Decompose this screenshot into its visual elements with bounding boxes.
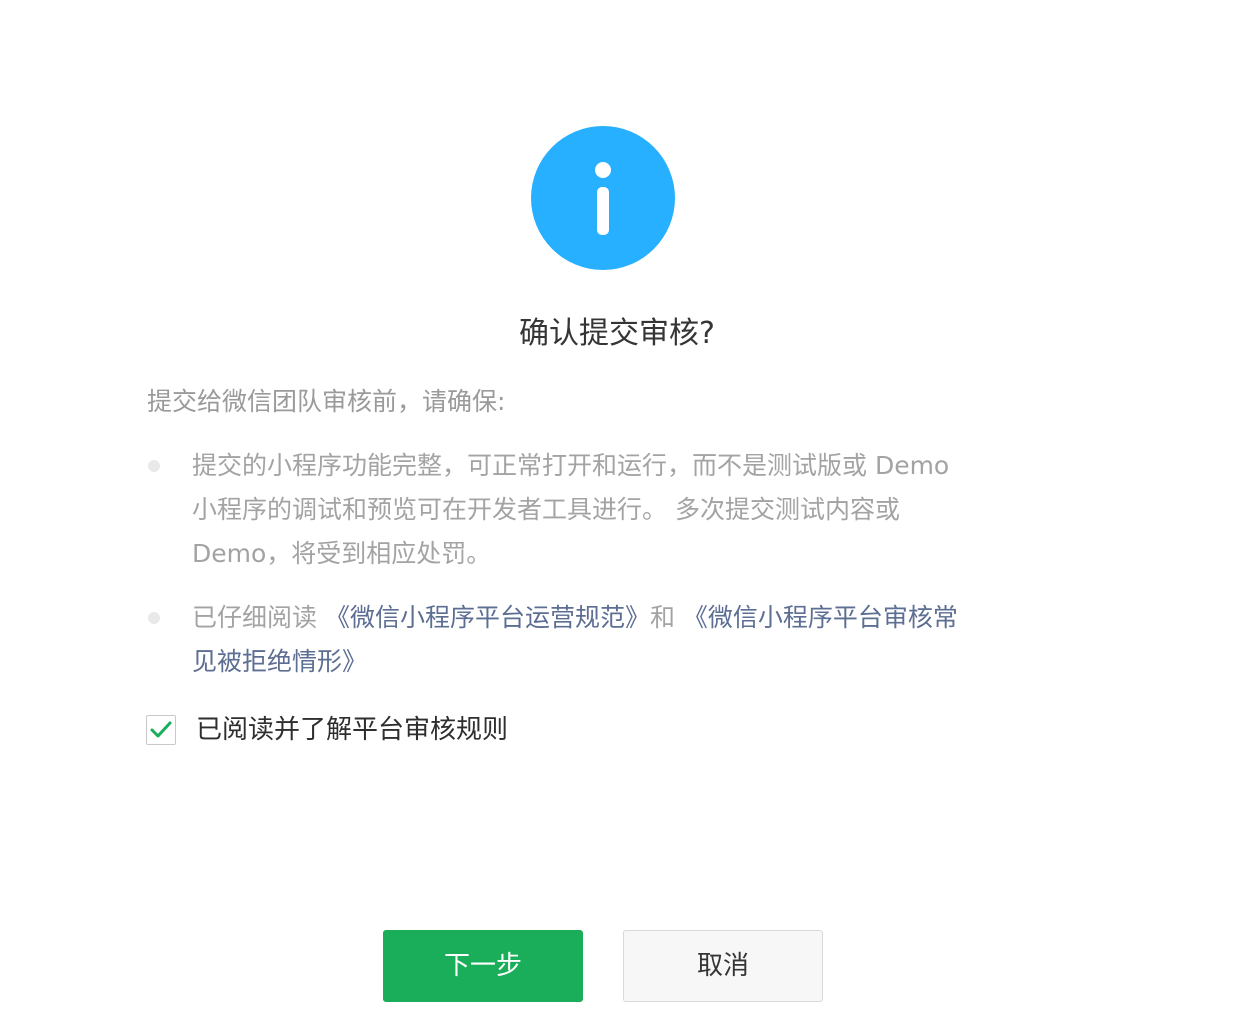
requirement-item-1-line-1: 提交的小程序功能完整，可正常打开和运行，而不是测试版或 Demo xyxy=(192,451,950,480)
rejection-cases-link[interactable]: 《微信小程序平台审核常 xyxy=(683,603,958,632)
read-prefix-text: 已仔细阅读 xyxy=(192,603,325,632)
requirement-item-1-line-2: 小程序的调试和预览可在开发者工具进行。 多次提交测试内容或 xyxy=(192,495,900,524)
requirement-item-2-line-2: 见被拒绝情形》 xyxy=(192,640,1062,684)
requirement-item-1: 提交的小程序功能完整，可正常打开和运行，而不是测试版或 Demo 小程序的调试和… xyxy=(192,444,1062,576)
dialog-title: 确认提交审核? xyxy=(519,316,715,351)
submit-review-dialog: 确认提交审核? 提交给微信团队审核前，请确保: 提交的小程序功能完整，可正常打开… xyxy=(0,0,1234,1020)
requirement-item-2: 已仔细阅读 《微信小程序平台运营规范》和 《微信小程序平台审核常 见被拒绝情形》 xyxy=(192,596,1062,684)
agree-rules-label[interactable]: 已阅读并了解平台审核规则 xyxy=(196,710,508,750)
info-icon-dot xyxy=(595,162,611,178)
cancel-button[interactable]: 取消 xyxy=(623,930,823,1002)
checkmark-icon xyxy=(150,721,172,738)
rejection-cases-link-continued[interactable]: 见被拒绝情形》 xyxy=(192,647,367,676)
bullet-dot-1 xyxy=(148,460,160,472)
info-icon-bar xyxy=(597,187,609,235)
next-step-button[interactable]: 下一步 xyxy=(383,930,583,1002)
agree-rules-row[interactable]: 已阅读并了解平台审核规则 xyxy=(146,710,508,750)
dialog-intro: 提交给微信团队审核前，请确保: xyxy=(147,387,506,416)
agree-rules-checkbox[interactable] xyxy=(146,715,176,745)
and-text: 和 xyxy=(649,603,683,632)
requirement-item-1-line-3: Demo，将受到相应处罚。 xyxy=(192,539,492,568)
requirement-item-2-line-1: 已仔细阅读 《微信小程序平台运营规范》和 《微信小程序平台审核常 xyxy=(192,596,1062,640)
operation-rules-link[interactable]: 《微信小程序平台运营规范》 xyxy=(325,603,650,632)
bullet-dot-2 xyxy=(148,612,160,624)
info-icon xyxy=(531,126,675,270)
